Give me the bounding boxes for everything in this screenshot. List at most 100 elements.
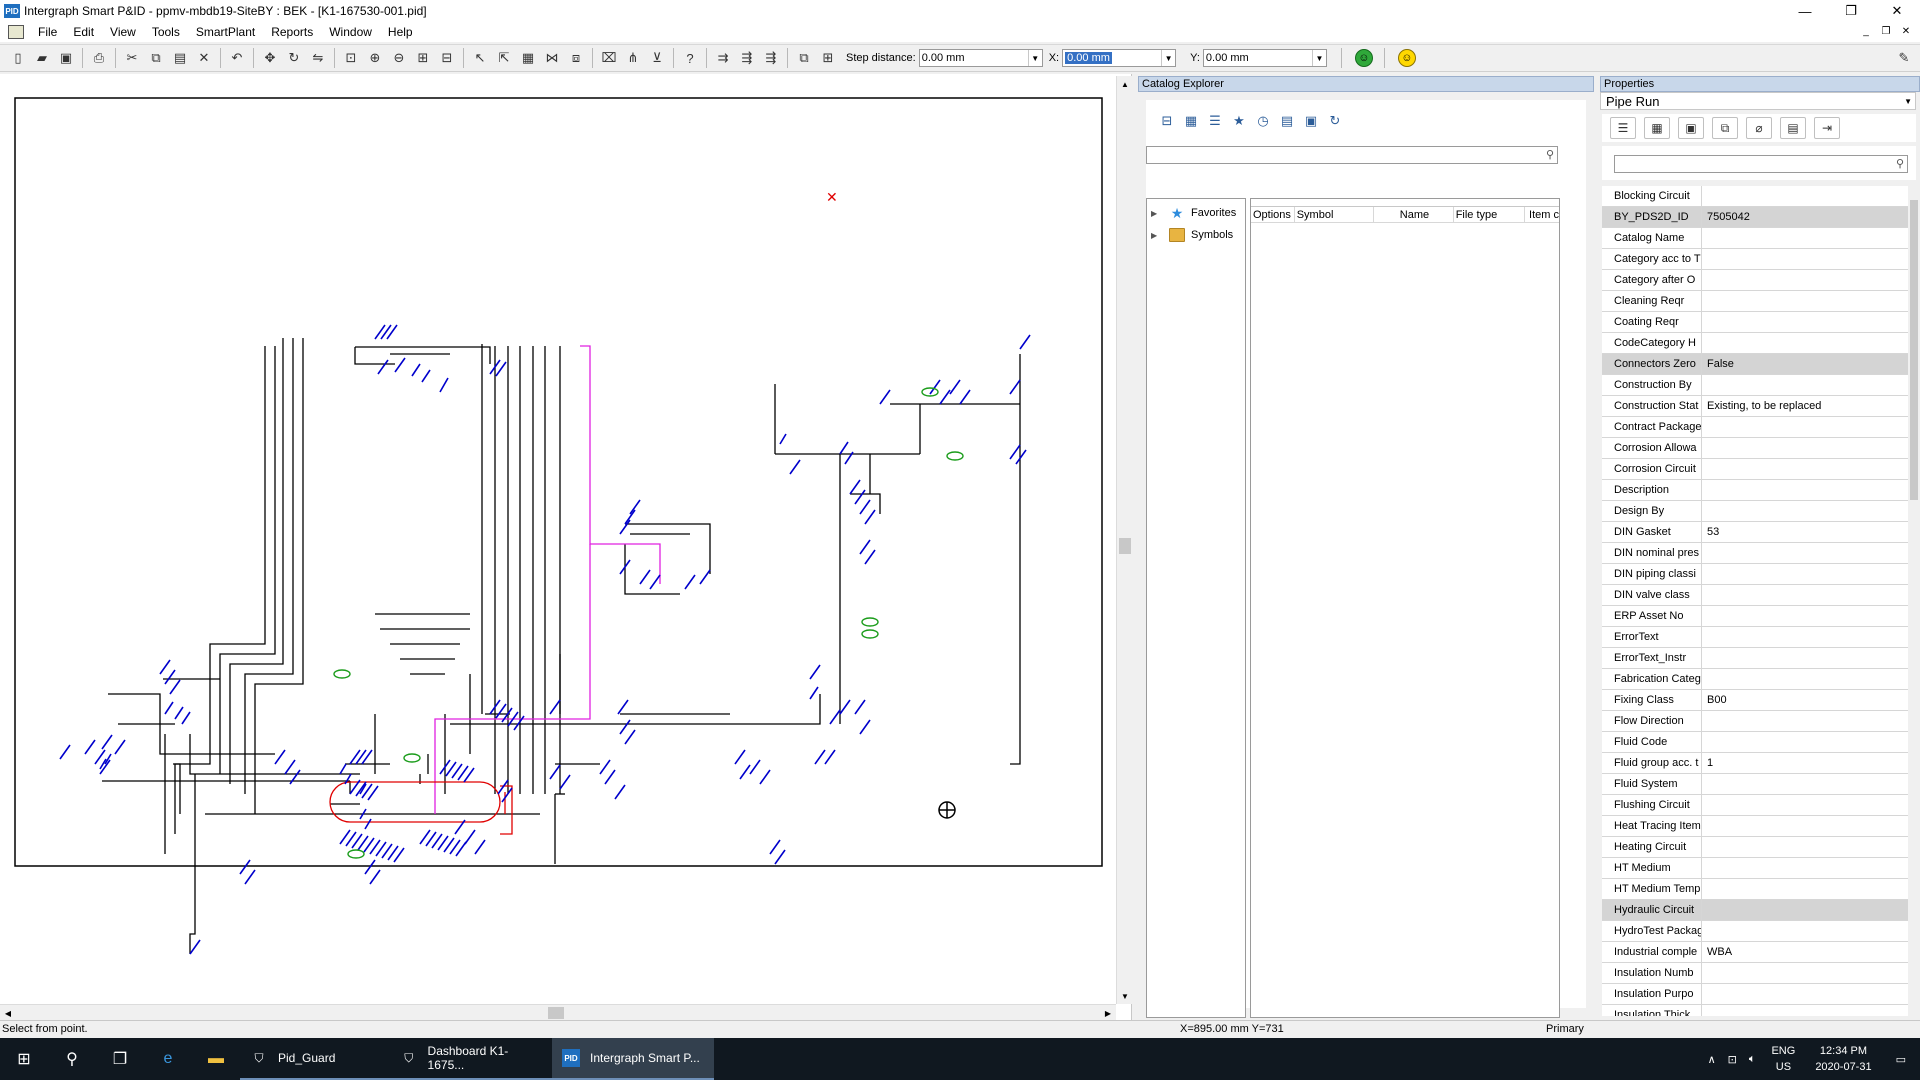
property-value[interactable]: Existing, to be replaced <box>1702 396 1908 416</box>
menu-window[interactable]: Window <box>321 22 380 42</box>
property-value[interactable] <box>1702 459 1908 479</box>
property-value[interactable] <box>1702 564 1908 584</box>
property-value[interactable] <box>1702 669 1908 689</box>
property-value[interactable] <box>1702 228 1908 248</box>
language-indicator[interactable]: ENG US <box>1761 1043 1805 1075</box>
property-row[interactable]: Coating Reqr <box>1602 312 1908 333</box>
drawing-canvas[interactable]: ✕ <box>0 74 1132 1020</box>
volume-icon[interactable]: 🔈︎ <box>1743 1053 1762 1066</box>
grid-icon[interactable]: ⊞ <box>818 48 838 68</box>
property-row[interactable]: Construction Stat Existing, to be replace… <box>1602 396 1908 417</box>
property-row[interactable]: Industrial comple WBA <box>1602 942 1908 963</box>
step-distance-combo[interactable]: 0.00 mm ▼ <box>918 49 1043 67</box>
property-value[interactable] <box>1702 879 1908 899</box>
chevron-up-icon[interactable]: ∧ <box>1702 1053 1722 1066</box>
doc-close-button[interactable]: ✕ <box>1898 24 1914 38</box>
properties-scrollbar[interactable] <box>1908 186 1920 1016</box>
search-icon[interactable]: ⚲ <box>1546 148 1554 161</box>
file-explorer-icon[interactable]: ▬ <box>192 1038 240 1080</box>
copy-props-icon[interactable]: ⧉ <box>1712 117 1738 139</box>
column-header-file-type[interactable]: File type <box>1454 207 1526 222</box>
property-row[interactable]: Insulation Numb <box>1602 963 1908 984</box>
property-row[interactable]: Insulation Purpo <box>1602 984 1908 1005</box>
assembly-icon[interactable]: ⊻ <box>647 48 667 68</box>
property-value[interactable] <box>1702 837 1908 857</box>
clock[interactable]: 12:34 PM 2020-07-31 <box>1805 1043 1881 1075</box>
history-icon[interactable]: ◷ <box>1254 112 1272 130</box>
catalog-search-input[interactable]: ⚲ <box>1146 146 1558 164</box>
drawing-vertical-scrollbar[interactable]: ▲ ▼ <box>1116 76 1132 1004</box>
fit-icon[interactable]: ⊞ <box>413 48 433 68</box>
property-row[interactable]: Heat Tracing Item <box>1602 816 1908 837</box>
taskbar-app-dashboard[interactable]: ⛉ Dashboard K1-1675... <box>390 1038 552 1080</box>
property-row[interactable]: HT Medium <box>1602 858 1908 879</box>
property-row[interactable]: DIN nominal pres <box>1602 543 1908 564</box>
property-value[interactable] <box>1702 501 1908 521</box>
save-icon[interactable]: ▣ <box>56 48 76 68</box>
property-value[interactable] <box>1702 711 1908 731</box>
property-row[interactable]: Heating Circuit <box>1602 837 1908 858</box>
property-row[interactable]: ErrorText <box>1602 627 1908 648</box>
property-value[interactable] <box>1702 984 1908 1004</box>
column-header-options[interactable]: Options <box>1251 207 1295 222</box>
property-value[interactable] <box>1702 270 1908 290</box>
column-header-symbol[interactable]: Symbol <box>1295 207 1375 222</box>
property-row[interactable]: Fabrication Categ <box>1602 669 1908 690</box>
property-row[interactable]: ErrorText_Instr <box>1602 648 1908 669</box>
layer-icon[interactable]: ⇉ <box>713 48 733 68</box>
property-row[interactable]: DIN piping classi <box>1602 564 1908 585</box>
property-row[interactable]: Corrosion Circuit <box>1602 459 1908 480</box>
property-row[interactable]: Fluid Code <box>1602 732 1908 753</box>
scroll-thumb[interactable] <box>1119 538 1131 554</box>
properties-search-input[interactable]: ⚲ <box>1614 155 1908 173</box>
menu-help[interactable]: Help <box>380 22 421 42</box>
tree-item-favorites[interactable]: ▶ ★ Favorites <box>1151 205 1236 221</box>
property-row[interactable]: Catalog Name <box>1602 228 1908 249</box>
property-value[interactable] <box>1702 585 1908 605</box>
zoom-area-icon[interactable]: ⊡ <box>341 48 361 68</box>
property-value[interactable] <box>1702 900 1908 920</box>
move-icon[interactable]: ✥ <box>260 48 280 68</box>
property-row[interactable]: Fixing Class B00 <box>1602 690 1908 711</box>
menu-reports[interactable]: Reports <box>263 22 321 42</box>
property-value[interactable] <box>1702 438 1908 458</box>
internet-explorer-icon[interactable]: e <box>144 1038 192 1080</box>
property-row[interactable]: Category after O <box>1602 270 1908 291</box>
scroll-up-icon[interactable]: ▲ <box>1117 76 1133 92</box>
property-value[interactable] <box>1702 291 1908 311</box>
chevron-down-icon[interactable]: ▼ <box>1161 50 1175 66</box>
zoom-out-icon[interactable]: ⊖ <box>389 48 409 68</box>
layer-down-icon[interactable]: ⇶ <box>761 48 781 68</box>
property-row[interactable]: Hydraulic Circuit <box>1602 900 1908 921</box>
property-value[interactable] <box>1702 732 1908 752</box>
property-value[interactable]: 1 <box>1702 753 1908 773</box>
property-value[interactable] <box>1702 417 1908 437</box>
property-value[interactable]: 7505042 <box>1702 207 1908 227</box>
chevron-down-icon[interactable]: ▼ <box>1027 50 1042 66</box>
property-row[interactable]: DIN valve class <box>1602 585 1908 606</box>
property-row[interactable]: BY_PDS2D_ID 7505042 <box>1602 207 1908 228</box>
property-row[interactable]: HydroTest Packag <box>1602 921 1908 942</box>
refresh-icon[interactable]: ↻ <box>1326 112 1344 130</box>
property-value[interactable] <box>1702 795 1908 815</box>
property-row[interactable]: Contract Package <box>1602 417 1908 438</box>
property-value[interactable] <box>1702 186 1908 206</box>
network-icon[interactable]: ⊡ <box>1722 1053 1743 1066</box>
chevron-down-icon[interactable]: ▼ <box>1904 93 1912 110</box>
show-all-icon[interactable]: ▦ <box>1644 117 1670 139</box>
zoom-previous-icon[interactable]: ⊟ <box>437 48 457 68</box>
scroll-thumb[interactable] <box>548 1007 564 1019</box>
item-type-select[interactable]: Pipe Run ▼ <box>1600 92 1916 110</box>
print-icon[interactable]: ⎙ <box>89 48 109 68</box>
property-row[interactable]: Flushing Circuit <box>1602 795 1908 816</box>
column-header-item[interactable]: Item c <box>1525 207 1559 222</box>
property-value[interactable] <box>1702 627 1908 647</box>
draw-run-icon[interactable]: ⌧ <box>599 48 619 68</box>
search-icon[interactable]: ⚲ <box>48 1038 96 1080</box>
pid-drawing[interactable]: ✕ <box>0 74 1116 1004</box>
scroll-left-icon[interactable]: ◀ <box>0 1005 16 1021</box>
tree-view-icon[interactable]: ⊟ <box>1158 112 1176 130</box>
property-value[interactable]: False <box>1702 354 1908 374</box>
properties-icon[interactable]: ▦ <box>518 48 538 68</box>
property-row[interactable]: Construction By <box>1602 375 1908 396</box>
